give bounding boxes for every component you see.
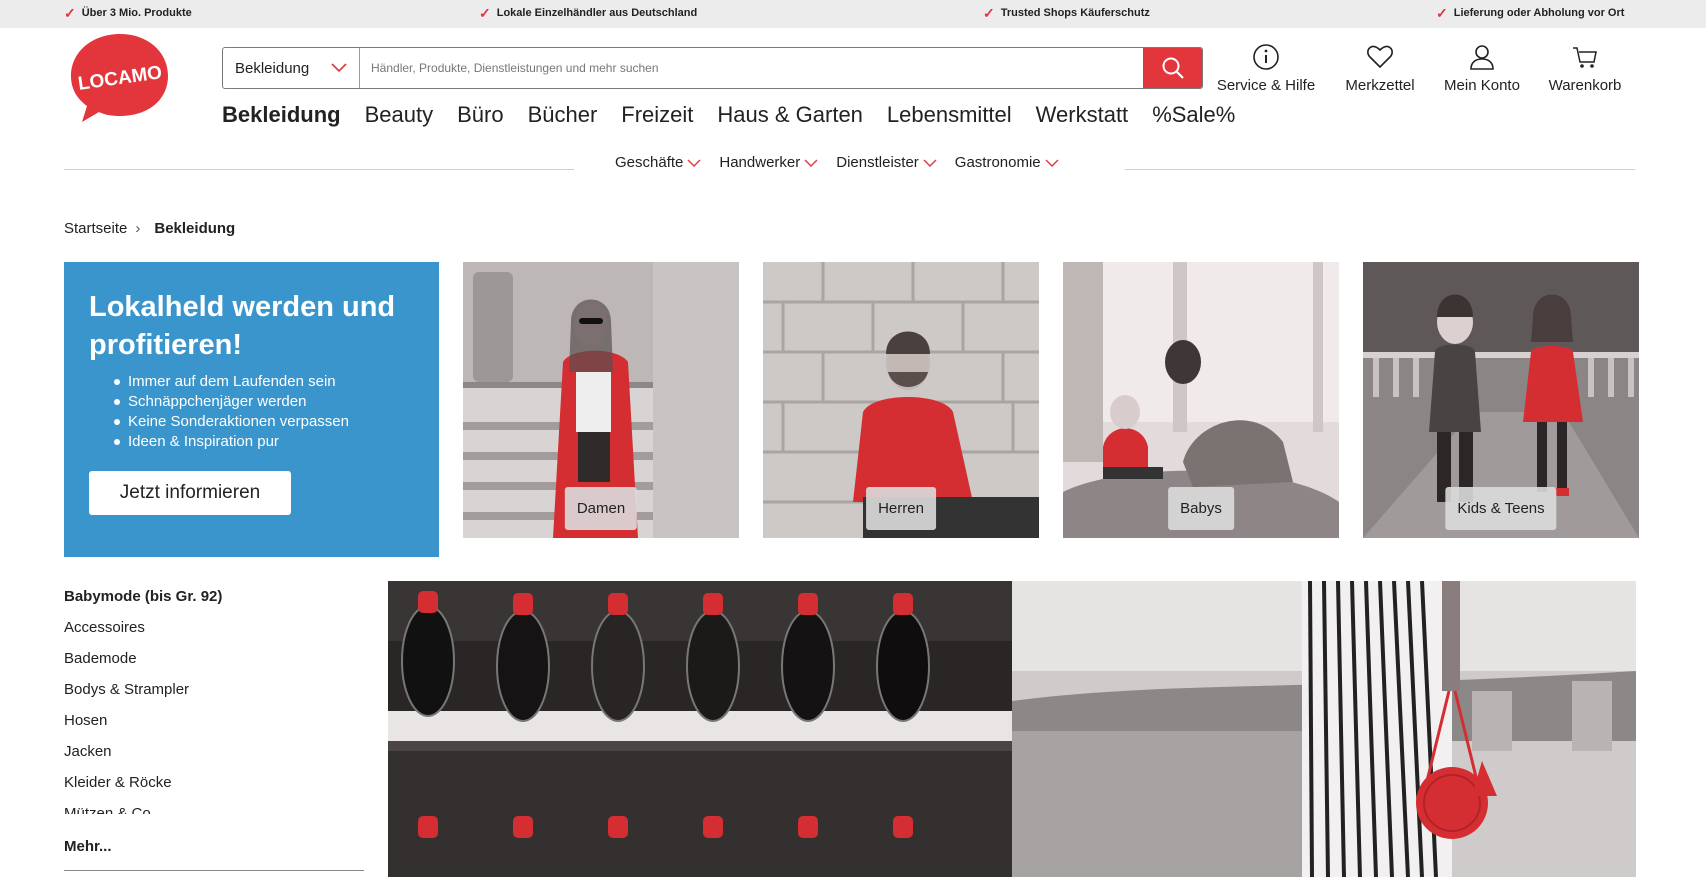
divider — [1125, 169, 1635, 170]
main-nav-item-buecher[interactable]: Bücher — [528, 102, 598, 128]
search-bar: Bekleidung — [222, 47, 1203, 89]
sidebar-more-link[interactable]: Mehr... — [64, 838, 112, 855]
logo-speech-bubble: LOCAMO — [71, 34, 168, 122]
search-category-select[interactable]: Bekleidung — [223, 48, 360, 88]
sub-nav-handwerker[interactable]: Handwerker — [719, 154, 818, 171]
promo-title: Lokalheld werden und profitieren! — [89, 291, 396, 361]
usp-bar: ✓ Über 3 Mio. Produkte ✓ Lokale Einzelhänd… — [0, 0, 1706, 28]
main-nav-item-werkstatt[interactable]: Werkstatt — [1036, 102, 1129, 128]
main-nav-item-freizeit[interactable]: Freizeit — [621, 102, 693, 128]
category-sidebar: Babymode (bis Gr. 92) Accessoires Bademo… — [64, 587, 364, 814]
main-nav-item-lebensmittel[interactable]: Lebensmittel — [887, 102, 1012, 128]
breadcrumb-current: Bekleidung — [154, 220, 236, 237]
sidebar-item-muetzen[interactable]: Mützen & Co. — [64, 804, 364, 814]
search-icon — [1162, 57, 1184, 79]
shoes-banner[interactable] — [388, 581, 1012, 877]
chevron-right-icon: › — [135, 220, 141, 237]
main-nav-item-buero[interactable]: Büro — [457, 102, 503, 128]
breadcrumb-home[interactable]: Startseite — [64, 220, 127, 237]
promo-bullet: Schnäppchenjäger werden — [114, 392, 414, 412]
main-nav-item-haus-garten[interactable]: Haus & Garten — [717, 102, 863, 128]
account-link[interactable]: Mein Konto — [1438, 43, 1526, 94]
service-help-link[interactable]: Service & Hilfe — [1212, 43, 1320, 94]
category-tile-kids-teens[interactable]: Kids & Teens — [1363, 262, 1639, 538]
fashion-banner[interactable] — [1012, 581, 1636, 877]
search-input[interactable] — [360, 48, 1143, 88]
category-tile-label: Babys — [1168, 487, 1234, 530]
usp-item: ✓ Lieferung oder Abholung vor Ort — [1436, 4, 1625, 21]
sub-nav-gastronomie[interactable]: Gastronomie — [955, 154, 1059, 171]
check-icon: ✓ — [479, 4, 491, 21]
category-tile-label: Herren — [866, 487, 936, 530]
user-icon — [1470, 45, 1494, 70]
sidebar-item-jacken[interactable]: Jacken — [64, 742, 364, 773]
category-tile-damen[interactable]: Damen — [463, 262, 739, 538]
main-category-nav: Bekleidung Beauty Büro Bücher Freizeit H… — [222, 102, 1259, 128]
sidebar-item-babymode[interactable]: Babymode (bis Gr. 92) — [64, 587, 364, 618]
chevron-down-icon — [331, 63, 347, 73]
promo-bullets: Immer auf dem Laufenden sein Schnäppchen… — [114, 372, 414, 452]
chevron-down-icon — [804, 159, 818, 167]
main-nav-item-beauty[interactable]: Beauty — [365, 102, 434, 128]
shoes-photo — [388, 581, 1012, 877]
promo-bullet: Keine Sonderaktionen verpassen — [114, 412, 414, 432]
chevron-down-icon — [687, 159, 701, 167]
secondary-nav: Geschäfte Handwerker Dienstleister Gastr… — [615, 154, 1077, 171]
chevron-down-icon — [923, 159, 937, 167]
check-icon: ✓ — [983, 4, 995, 21]
category-tile-herren[interactable]: Herren — [763, 262, 1039, 538]
fashion-photo — [1012, 581, 1636, 877]
promo-bullet: Ideen & Inspiration pur — [114, 432, 414, 452]
chevron-down-icon — [1045, 159, 1059, 167]
info-icon — [1253, 44, 1279, 70]
breadcrumb: Startseite › Bekleidung — [64, 220, 235, 237]
promo-info-button[interactable]: Jetzt informieren — [89, 471, 291, 515]
category-tile-label: Kids & Teens — [1445, 487, 1557, 530]
logo[interactable]: LOCAMO — [68, 32, 172, 124]
category-tile-label: Damen — [564, 487, 638, 530]
sidebar-item-bodys-strampler[interactable]: Bodys & Strampler — [64, 680, 364, 711]
promo-box: Lokalheld werden und profitieren! Immer … — [64, 262, 439, 557]
sidebar-item-kleider-roecke[interactable]: Kleider & Röcke — [64, 773, 364, 804]
usp-item: ✓ Trusted Shops Käuferschutz — [983, 4, 1150, 21]
promo-bullet: Immer auf dem Laufenden sein — [114, 372, 414, 392]
sidebar-item-bademode[interactable]: Bademode — [64, 649, 364, 680]
heart-icon — [1367, 45, 1393, 69]
cart-icon — [1573, 47, 1597, 68]
category-tile-babys[interactable]: Babys — [1063, 262, 1339, 538]
sidebar-item-accessoires[interactable]: Accessoires — [64, 618, 364, 649]
sub-nav-geschaefte[interactable]: Geschäfte — [615, 154, 701, 171]
wishlist-link[interactable]: Merkzettel — [1336, 43, 1424, 94]
divider — [64, 870, 364, 871]
usp-item: ✓ Über 3 Mio. Produkte — [64, 4, 192, 21]
usp-item: ✓ Lokale Einzelhändler aus Deutschland — [479, 4, 698, 21]
main-nav-item-sale[interactable]: %Sale% — [1152, 102, 1235, 128]
divider — [64, 169, 574, 170]
check-icon: ✓ — [1436, 4, 1448, 21]
sub-nav-dienstleister[interactable]: Dienstleister — [836, 154, 937, 171]
search-button[interactable] — [1143, 48, 1202, 88]
main-nav-item-bekleidung[interactable]: Bekleidung — [222, 102, 341, 128]
sidebar-item-hosen[interactable]: Hosen — [64, 711, 364, 742]
cart-link[interactable]: Warenkorb — [1540, 43, 1630, 94]
check-icon: ✓ — [64, 4, 76, 21]
